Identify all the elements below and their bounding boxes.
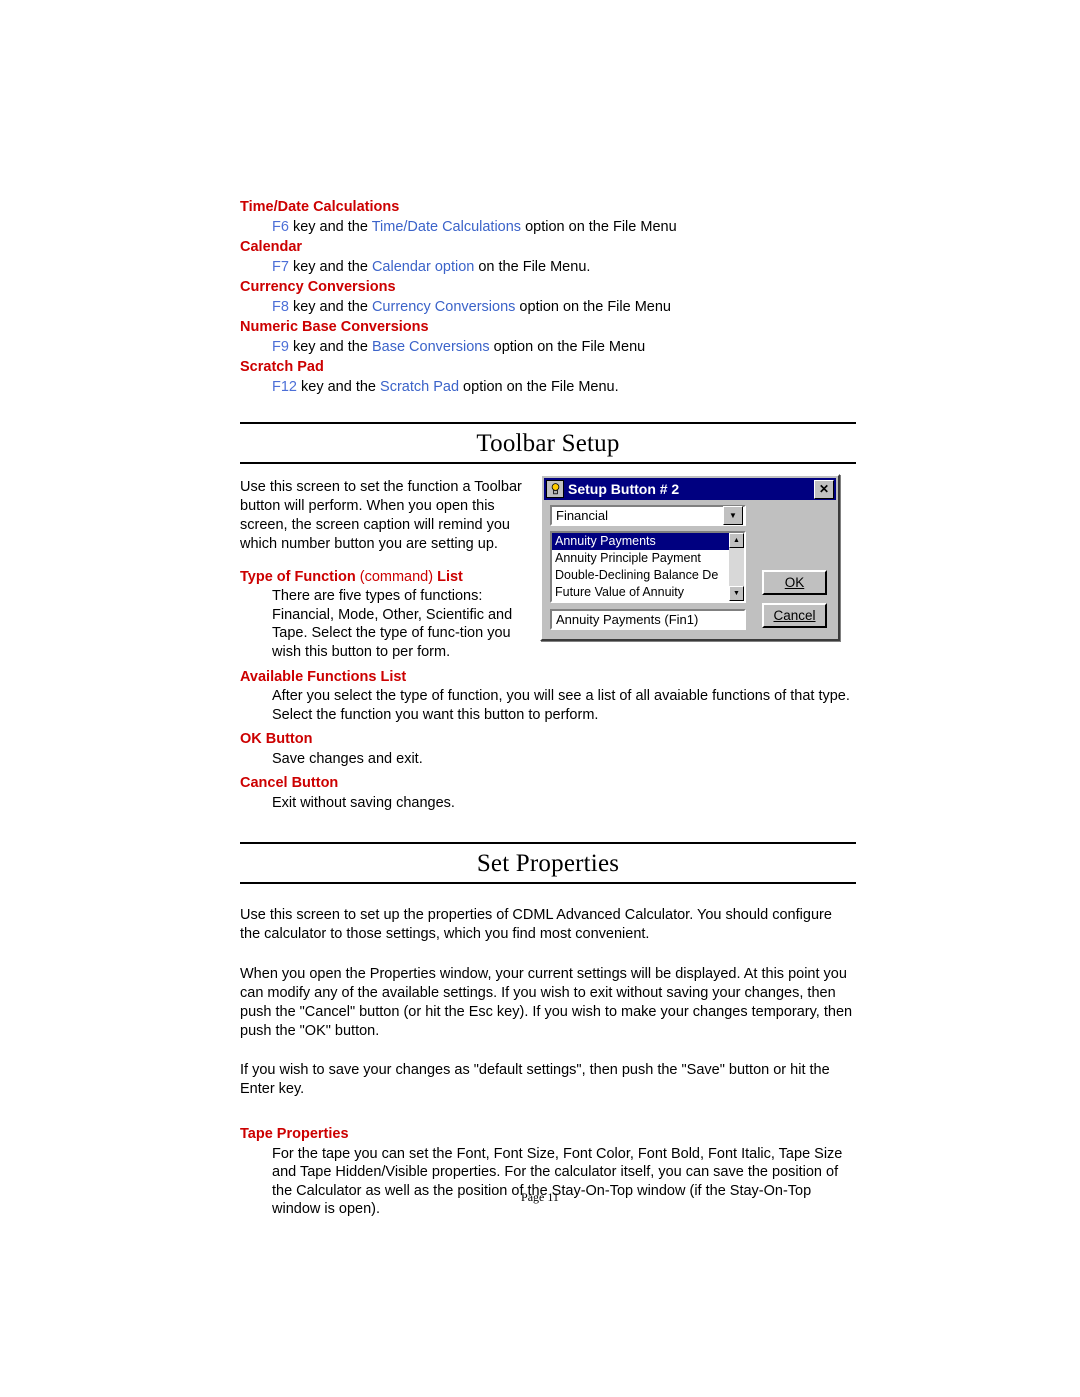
term-type-of-function-tail: List bbox=[437, 568, 463, 585]
toolbar-setup-body: Use this screen to set the function a To… bbox=[240, 474, 856, 812]
chevron-down-icon[interactable]: ▼ bbox=[723, 506, 743, 526]
set-properties-paragraph-2: When you open the Properties window, you… bbox=[240, 966, 853, 1039]
term-type-of-function: Type of Function (command) List bbox=[240, 568, 540, 587]
body-type-of-function: There are five types of functions: Finan… bbox=[272, 588, 513, 661]
key-f12: F12 bbox=[272, 378, 297, 395]
section-title-toolbar-setup: Toolbar Setup bbox=[476, 430, 620, 458]
set-properties-body: Use this screen to set up the properties… bbox=[240, 906, 856, 1218]
def-post-4: option on the File Menu. bbox=[459, 378, 619, 395]
lightbulb-icon bbox=[546, 480, 564, 499]
def-post-1: on the File Menu. bbox=[474, 258, 591, 275]
function-type-value: Financial bbox=[556, 508, 609, 524]
ok-button-label: OK bbox=[784, 575, 805, 591]
selected-function-field[interactable]: Annuity Payments (Fin1) bbox=[550, 609, 746, 631]
link-calendar-option[interactable]: Calendar option bbox=[372, 259, 474, 275]
term-available-functions-list: Available Functions List bbox=[240, 668, 407, 685]
body-tape-properties: For the tape you can set the Font, Font … bbox=[272, 1145, 843, 1218]
def-post-3: option on the File Menu bbox=[489, 338, 646, 355]
set-properties-paragraph-1: Use this screen to set up the properties… bbox=[240, 907, 832, 943]
toolbar-setup-intro: Use this screen to set the function a To… bbox=[240, 479, 522, 552]
dialog-titlebar: Setup Button # 2 ✕ bbox=[544, 478, 836, 501]
term-type-of-function-paren: (command) bbox=[359, 568, 434, 585]
term-cancel-button: Cancel Button bbox=[240, 775, 339, 792]
list-item[interactable]: Annuity Principle Payment bbox=[552, 550, 744, 567]
rule-bottom-set-properties bbox=[240, 882, 856, 885]
term-type-of-function-main: Type of Function bbox=[240, 568, 356, 585]
def-calendar: F7 key and the Calendar option on the Fi… bbox=[272, 258, 856, 277]
setup-button-dialog: Setup Button # 2 ✕ Financial ▼ Annuity P… bbox=[540, 474, 840, 642]
link-currency-conversions[interactable]: Currency Conversions bbox=[372, 299, 515, 315]
cancel-button-label: Cancel bbox=[773, 608, 816, 624]
available-functions-block: Available Functions List After you selec… bbox=[240, 668, 856, 725]
def-numeric-base-conversions: F9 key and the Base Conversions option o… bbox=[272, 338, 856, 357]
dialog-title: Setup Button # 2 bbox=[568, 481, 680, 498]
ok-button-block: OK Button Save changes and exit. bbox=[240, 730, 856, 768]
available-functions-list[interactable]: Annuity Payments Annuity Principle Payme… bbox=[550, 531, 746, 604]
term-scratch-pad: Scratch Pad bbox=[240, 359, 324, 376]
link-scratch-pad[interactable]: Scratch Pad bbox=[380, 379, 459, 395]
def-scratch-pad: F12 key and the Scratch Pad option on th… bbox=[272, 378, 856, 397]
list-item[interactable]: Future Value of Annuity bbox=[552, 584, 744, 601]
scrollbar-track[interactable] bbox=[729, 548, 744, 587]
ok-button[interactable]: OK bbox=[762, 570, 827, 596]
key-f7: F7 bbox=[272, 258, 289, 275]
cancel-button-block: Cancel Button Exit without saving change… bbox=[240, 774, 856, 812]
def-post-0: option on the File Menu bbox=[521, 218, 677, 235]
dialog-body: Financial ▼ Annuity Payments Annuity Pri… bbox=[544, 500, 836, 637]
def-mid-2: key and the bbox=[288, 298, 372, 315]
def-mid-0: key and the bbox=[288, 218, 372, 235]
section-title-set-properties: Set Properties bbox=[476, 850, 620, 878]
rule-bottom-toolbar-setup bbox=[240, 462, 856, 465]
def-mid-1: key and the bbox=[288, 258, 372, 275]
type-of-function-block: Type of Function (command) List There ar… bbox=[240, 568, 540, 662]
def-mid-4: key and the bbox=[297, 378, 381, 395]
key-f6: F6 bbox=[272, 218, 289, 235]
page-content: Time/Date Calculations F6 key and the Ti… bbox=[240, 196, 856, 1219]
scroll-down-icon[interactable]: ▼ bbox=[729, 586, 744, 602]
term-currency-conversions: Currency Conversions bbox=[240, 279, 396, 296]
term-ok-button: OK Button bbox=[240, 731, 313, 748]
scroll-up-icon[interactable]: ▲ bbox=[729, 533, 744, 549]
shortcut-definition-list: Time/Date Calculations F6 key and the Ti… bbox=[240, 198, 856, 396]
key-f9: F9 bbox=[272, 338, 289, 355]
list-items: Annuity Payments Annuity Principle Payme… bbox=[552, 533, 744, 601]
lightbulb-glyph bbox=[551, 483, 559, 495]
cancel-button[interactable]: Cancel bbox=[762, 603, 827, 629]
function-type-combo[interactable]: Financial ▼ bbox=[550, 505, 746, 527]
set-properties-paragraph-3: If you wish to save your changes as "def… bbox=[240, 1062, 830, 1098]
def-post-2: option on the File Menu bbox=[515, 298, 671, 315]
toolbar-setup-heading-block: Toolbar Setup bbox=[240, 422, 856, 465]
key-f8: F8 bbox=[272, 298, 289, 315]
term-time-date-calculations: Time/Date Calculations bbox=[240, 199, 400, 215]
term-tape-properties: Tape Properties bbox=[240, 1126, 349, 1143]
link-time-date-calculations[interactable]: Time/Date Calculations bbox=[372, 219, 521, 235]
term-numeric-base-conversions: Numeric Base Conversions bbox=[240, 319, 429, 336]
list-item[interactable]: Annuity Payments bbox=[552, 533, 744, 551]
body-available-functions-list: After you select the type of function, y… bbox=[272, 688, 850, 723]
list-scrollbar[interactable]: ▲ ▼ bbox=[729, 533, 744, 602]
def-mid-3: key and the bbox=[288, 338, 372, 355]
def-currency-conversions: F8 key and the Currency Conversions opti… bbox=[272, 298, 856, 317]
body-cancel-button: Exit without saving changes. bbox=[272, 794, 455, 811]
def-time-date-calculations: F6 key and the Time/Date Calculations op… bbox=[272, 218, 856, 237]
page-footer: Page 11 bbox=[521, 1190, 559, 1204]
body-ok-button: Save changes and exit. bbox=[272, 750, 423, 767]
close-icon[interactable]: ✕ bbox=[814, 479, 834, 499]
list-item[interactable]: Double-Declining Balance De bbox=[552, 567, 744, 584]
set-properties-heading-block: Set Properties bbox=[240, 842, 856, 885]
page: Time/Date Calculations F6 key and the Ti… bbox=[0, 0, 1080, 1397]
term-calendar: Calendar bbox=[240, 239, 303, 256]
link-base-conversions[interactable]: Base Conversions bbox=[372, 339, 490, 355]
